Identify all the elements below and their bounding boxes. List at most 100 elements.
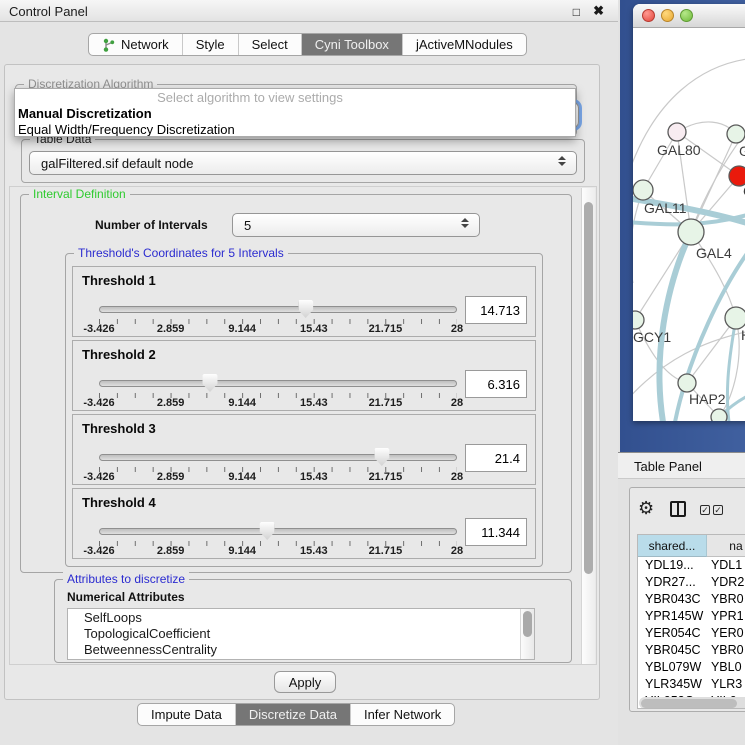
- control-panel: Control Panel □ ✖ NetworkStyleSelectCyni…: [0, 0, 618, 745]
- table-cell[interactable]: YBR045C: [638, 642, 707, 659]
- tick-label: 9.144: [228, 471, 256, 483]
- label-gal11: GAL11: [644, 200, 687, 216]
- table-cell[interactable]: YBR043C: [638, 591, 707, 608]
- cyni-mode-tab-bar: Impute DataDiscretize DataInfer Network: [137, 703, 455, 726]
- settings-gear-icon[interactable]: ⚙: [638, 498, 654, 519]
- tab-network[interactable]: Network: [89, 34, 183, 55]
- threshold-1-panel: Threshold 1 -3.4262.8599.14415.4321.7152…: [72, 266, 536, 337]
- table-row[interactable]: YPR145WYPR1: [638, 608, 745, 625]
- mac-minimize-icon[interactable]: [661, 9, 674, 22]
- slider-thumb[interactable]: [260, 522, 275, 540]
- table-row[interactable]: YBL079WYBL0: [638, 659, 745, 676]
- node-gal80[interactable]: [668, 123, 686, 141]
- table-cell[interactable]: YPR145W: [638, 608, 707, 625]
- check-all-icon[interactable]: ✓: [700, 505, 710, 515]
- table-row[interactable]: YBR043CYBR0: [638, 591, 745, 608]
- split-columns-icon[interactable]: [670, 501, 686, 517]
- threshold-1-value-field[interactable]: 14.713: [465, 296, 527, 324]
- tab-impute-data[interactable]: Impute Data: [138, 704, 236, 725]
- tab-cyni-toolbox[interactable]: Cyni Toolbox: [302, 34, 403, 55]
- table-cell[interactable]: YLR345W: [638, 676, 707, 693]
- tab-infer-network[interactable]: Infer Network: [351, 704, 454, 725]
- table-horizontal-scrollbar[interactable]: [639, 697, 745, 709]
- table-cell[interactable]: YBR0: [707, 642, 745, 659]
- node-ga[interactable]: [727, 125, 745, 143]
- table-cell[interactable]: YDL1: [707, 557, 745, 574]
- float-window-icon[interactable]: □: [573, 5, 580, 19]
- node-hap2[interactable]: [678, 374, 696, 392]
- node-gcy1[interactable]: [633, 311, 644, 329]
- scrollbar-thumb[interactable]: [584, 202, 593, 574]
- slider-thumb[interactable]: [374, 448, 389, 466]
- threshold-3-panel: Threshold 3 -3.4262.8599.14415.4321.7152…: [72, 414, 536, 485]
- slider-thumb[interactable]: [298, 300, 313, 318]
- algorithm-dropdown-popup: Select algorithm to view settings Manual…: [14, 88, 576, 137]
- right-pane: GAL80 GA C GAL11 GAL4 GCY1 H HAP2 Table …: [618, 0, 745, 745]
- table-toolbar: ⚙ ✓ ✓: [630, 488, 745, 532]
- combo-arrows-icon: [461, 218, 469, 228]
- node-h[interactable]: [725, 307, 745, 329]
- table-cell[interactable]: YBR0: [707, 591, 745, 608]
- table-cell[interactable]: YBL0: [707, 659, 745, 676]
- node-gal11[interactable]: [633, 180, 653, 200]
- network-view-frame: GAL80 GA C GAL11 GAL4 GCY1 H HAP2: [620, 0, 745, 452]
- interval-definition-title: Interval Definition: [29, 187, 130, 201]
- slider-thumb[interactable]: [202, 374, 217, 392]
- table-cell[interactable]: YDR27...: [638, 574, 707, 591]
- threshold-3-label: Threshold 3: [82, 421, 156, 436]
- tab-jactivemnodules[interactable]: jActiveMNodules: [403, 34, 526, 55]
- attribute-item-selfloops[interactable]: SelfLoops: [68, 609, 534, 625]
- table-cell[interactable]: YDL19...: [638, 557, 707, 574]
- table-row[interactable]: YBR045CYBR0: [638, 642, 745, 659]
- number-of-intervals-select[interactable]: 5: [232, 213, 480, 237]
- scrollbar-thumb[interactable]: [523, 611, 532, 637]
- table-cell[interactable]: YPR1: [707, 608, 745, 625]
- table-data-select[interactable]: galFiltered.sif default node: [29, 151, 577, 175]
- scrollbar-thumb[interactable]: [641, 699, 737, 708]
- table-cell[interactable]: YER0: [707, 625, 745, 642]
- settings-scroll-area: Interval Definition Number of Intervals …: [9, 186, 597, 665]
- threshold-3-slider[interactable]: [99, 451, 457, 465]
- settings-scrollbar[interactable]: [581, 188, 595, 664]
- close-panel-icon[interactable]: ✖: [593, 3, 604, 19]
- tick-label: -3.426: [83, 471, 114, 483]
- tab-style[interactable]: Style: [183, 34, 239, 55]
- algorithm-prompt-option[interactable]: Select algorithm to view settings: [15, 89, 575, 105]
- threshold-1-slider[interactable]: [99, 303, 457, 317]
- mac-close-icon[interactable]: [642, 9, 655, 22]
- column-header-name[interactable]: na: [707, 535, 745, 557]
- threshold-3-value-field[interactable]: 21.4: [465, 444, 527, 472]
- node-gal4[interactable]: [678, 219, 704, 245]
- control-panel-titlebar: Control Panel □ ✖: [0, 0, 618, 22]
- table-cell[interactable]: YDR2: [707, 574, 745, 591]
- node-bottom[interactable]: [711, 409, 727, 421]
- label-gal4: GAL4: [696, 245, 732, 261]
- table-cell[interactable]: YBL079W: [638, 659, 707, 676]
- network-canvas[interactable]: GAL80 GA C GAL11 GAL4 GCY1 H HAP2: [633, 28, 745, 421]
- table-row[interactable]: YDR27...YDR2: [638, 574, 745, 591]
- combo-arrows-icon: [558, 156, 566, 166]
- attribute-item-betweennesscentrality[interactable]: BetweennessCentrality: [68, 641, 534, 657]
- threshold-2-value-field[interactable]: 6.316: [465, 370, 527, 398]
- apply-button[interactable]: Apply: [274, 671, 336, 693]
- threshold-4-slider[interactable]: [99, 525, 457, 539]
- table-row[interactable]: YLR345WYLR3: [638, 676, 745, 693]
- tab-discretize-data[interactable]: Discretize Data: [236, 704, 351, 725]
- column-header-shared-name[interactable]: shared...: [638, 535, 707, 557]
- algorithm-option-manual-discretization[interactable]: Manual Discretization: [15, 105, 575, 121]
- table-row[interactable]: YDL19...YDL1: [638, 557, 745, 574]
- mac-zoom-icon[interactable]: [680, 9, 693, 22]
- attributes-scrollbar[interactable]: [520, 609, 534, 659]
- check-all-icon[interactable]: ✓: [713, 505, 723, 515]
- attribute-item-topologicalcoefficient[interactable]: TopologicalCoefficient: [68, 625, 534, 641]
- numerical-attributes-list[interactable]: SelfLoopsTopologicalCoefficientBetweenne…: [67, 608, 535, 660]
- table-row[interactable]: YER054CYER0: [638, 625, 745, 642]
- table-cell[interactable]: YER054C: [638, 625, 707, 642]
- algorithm-option-equal-width-frequency-discretization[interactable]: Equal Width/Frequency Discretization: [15, 121, 575, 137]
- tick-label: 15.43: [300, 397, 328, 409]
- threshold-4-value-field[interactable]: 11.344: [465, 518, 527, 546]
- threshold-2-slider[interactable]: [99, 377, 457, 391]
- table-cell[interactable]: YLR3: [707, 676, 745, 693]
- attributes-group-title: Attributes to discretize: [63, 572, 189, 586]
- tab-select[interactable]: Select: [239, 34, 302, 55]
